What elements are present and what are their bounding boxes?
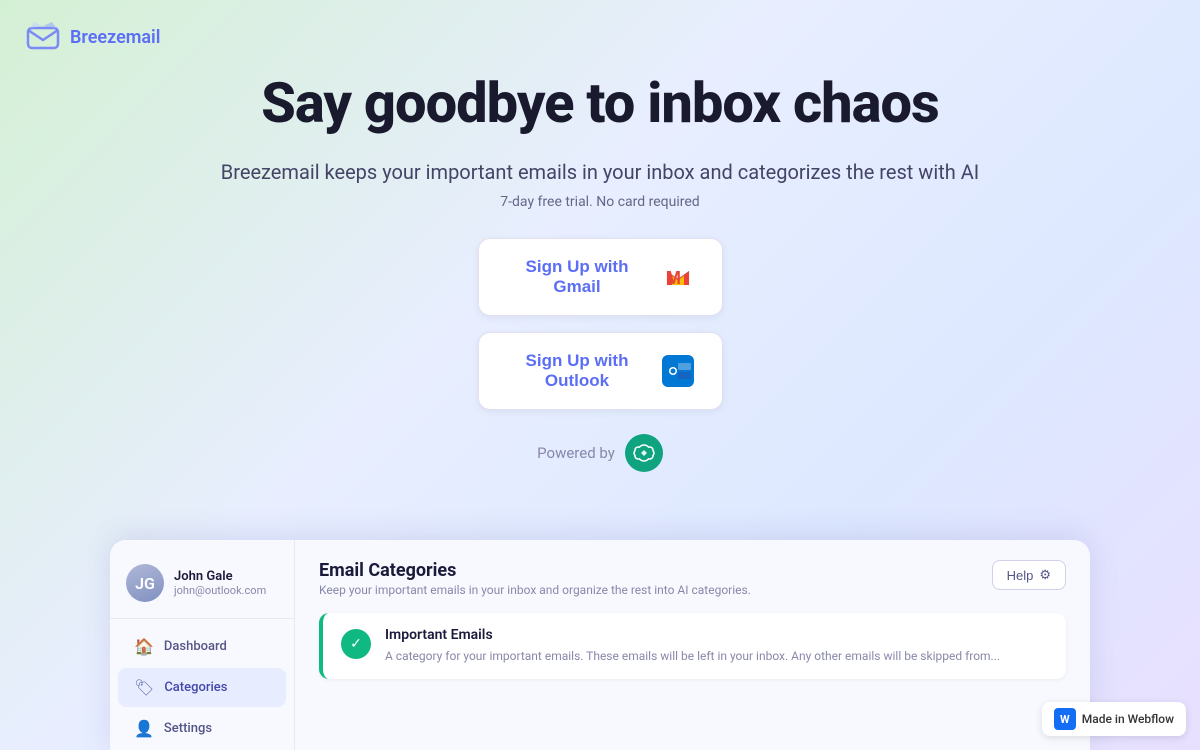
sidebar: JG John Gale john@outlook.com 🏠 Dashboar… [110,540,295,750]
trial-text: 7-day free trial. No card required [500,194,699,210]
svg-text:M: M [666,268,680,288]
main-content: Email Categories Keep your important ema… [295,540,1090,750]
content-description: Keep your important emails in your inbox… [319,583,751,597]
category-text: Important Emails A category for your imp… [385,627,1000,665]
categories-icon: 🏷 [134,678,154,697]
sidebar-item-settings[interactable]: 👤 Settings [118,709,286,748]
user-details: John Gale john@outlook.com [174,569,266,597]
webflow-badge-text: Made in Webflow [1082,712,1174,726]
signup-gmail-button[interactable]: Sign Up with Gmail M [478,238,723,316]
logo-icon [24,18,62,56]
settings-icon: 👤 [134,719,154,738]
outlook-icon [662,355,694,387]
sidebar-item-dashboard[interactable]: 🏠 Dashboard [118,627,286,666]
dashboard-icon: 🏠 [134,637,154,656]
chatgpt-icon [625,434,663,472]
help-label: Help [1007,568,1034,583]
webflow-logo-icon: W [1054,708,1076,730]
gmail-icon: M [662,261,694,293]
content-title: Email Categories [319,560,751,581]
webflow-badge[interactable]: W Made in Webflow [1042,702,1186,736]
help-button[interactable]: Help ⚙ [992,560,1066,590]
content-header: Email Categories Keep your important ema… [319,560,1066,597]
content-title-block: Email Categories Keep your important ema… [319,560,751,597]
signup-outlook-button[interactable]: Sign Up with Outlook [478,332,723,410]
category-title: Important Emails [385,627,1000,643]
powered-by-row: Powered by [537,434,663,472]
sidebar-categories-label: Categories [164,680,227,695]
category-card: ✓ Important Emails A category for your i… [319,613,1066,679]
user-info: JG John Gale john@outlook.com [110,556,294,619]
powered-by-text: Powered by [537,444,615,462]
sidebar-settings-label: Settings [164,721,212,736]
category-description: A category for your important emails. Th… [385,647,1000,665]
dashboard-preview: JG John Gale john@outlook.com 🏠 Dashboar… [110,540,1090,750]
hero-subtitle: Breezemail keeps your important emails i… [221,160,979,184]
sidebar-item-categories[interactable]: 🏷 Categories [118,668,286,707]
brand-name: Breezemail [70,27,160,48]
avatar: JG [126,564,164,602]
hero-section: Say goodbye to inbox chaos Breezemail ke… [0,0,1200,472]
gmail-button-label: Sign Up with Gmail [507,257,648,297]
user-name: John Gale [174,569,266,584]
help-icon: ⚙ [1039,567,1051,583]
category-check-icon: ✓ [341,629,371,659]
user-email: john@outlook.com [174,584,266,597]
hero-title: Say goodbye to inbox chaos [261,70,939,136]
outlook-button-label: Sign Up with Outlook [507,351,648,391]
header: Breezemail [24,18,160,56]
sidebar-dashboard-label: Dashboard [164,639,227,654]
